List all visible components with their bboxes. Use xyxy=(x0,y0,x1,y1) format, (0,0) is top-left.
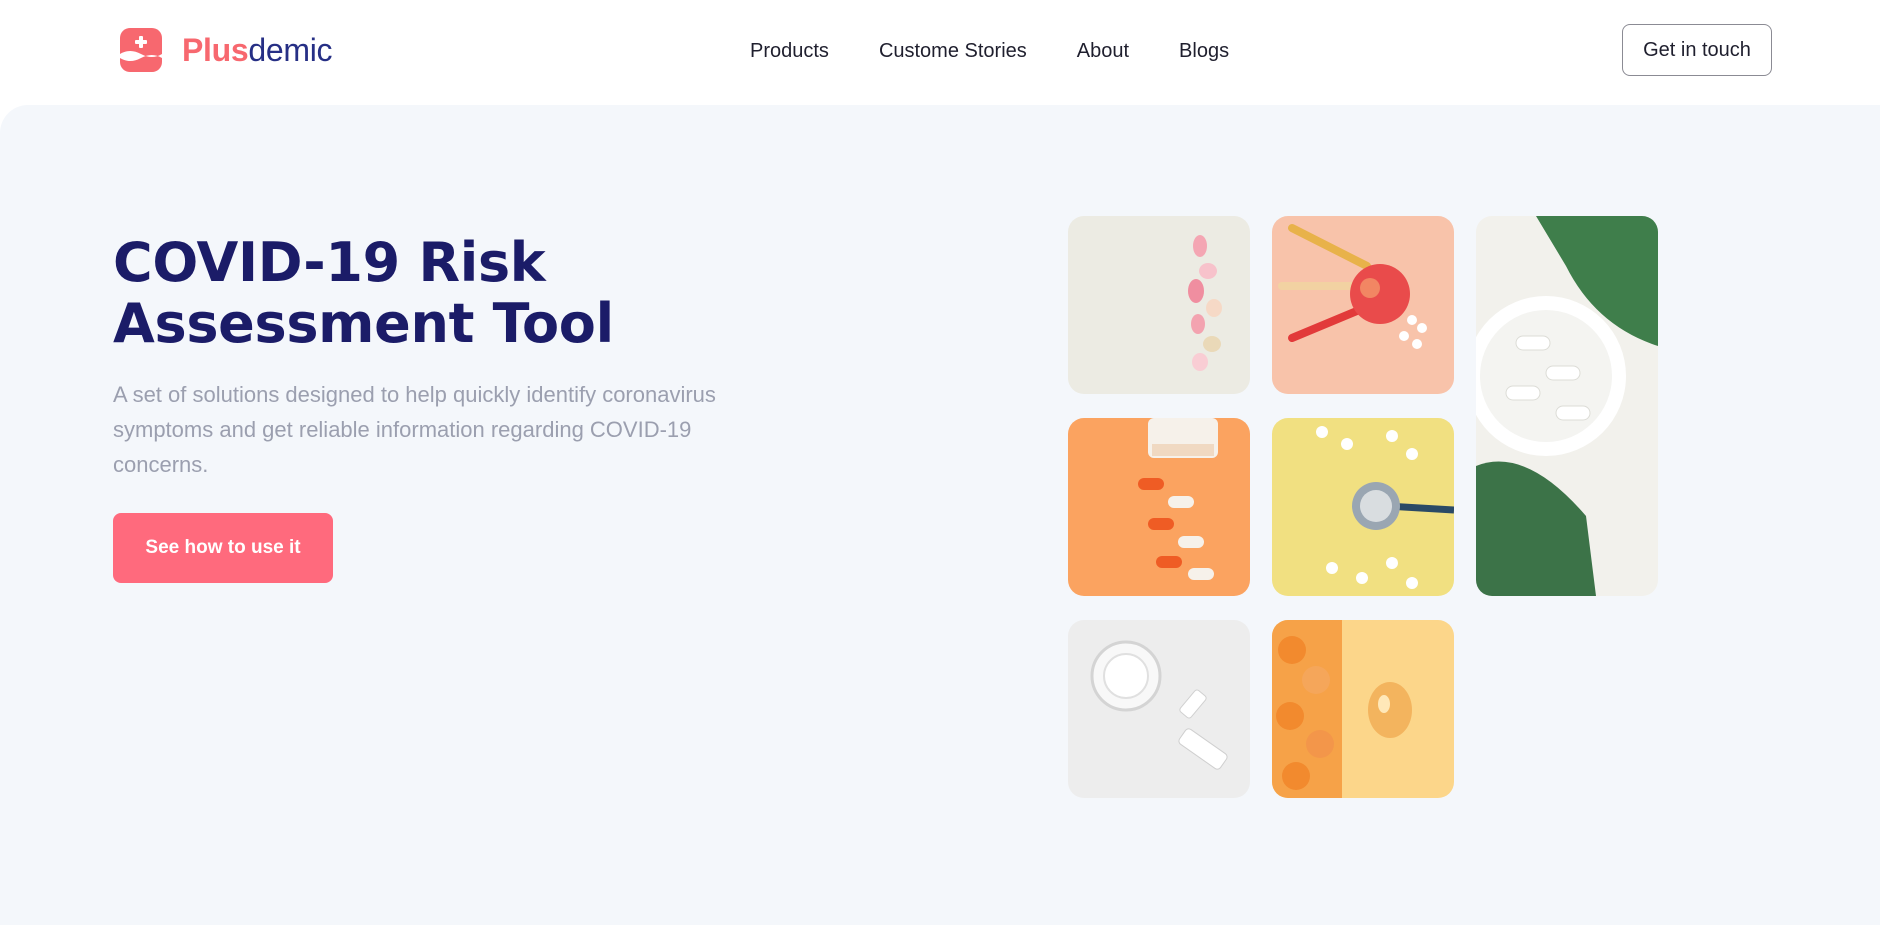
site-header: Plusdemic Products Custome Stories About… xyxy=(0,0,1880,104)
nav-link-blogs[interactable]: Blogs xyxy=(1179,38,1229,64)
glass-vials-image xyxy=(1068,620,1250,798)
gallery-tile-pink-pills xyxy=(1068,216,1250,394)
oil-capsules-image xyxy=(1272,620,1454,798)
hero-subtitle: A set of solutions designed to help quic… xyxy=(113,382,716,477)
nav-link-custome-stories[interactable]: Custome Stories xyxy=(879,38,1027,64)
hero-title-line1: COVID-19 Risk xyxy=(113,231,546,294)
hero-title: COVID-19 Risk Assessment Tool xyxy=(113,232,713,354)
gallery-tile-glass-vials xyxy=(1068,620,1250,798)
gallery-tile-apple-syringes xyxy=(1272,216,1454,394)
apple-syringes-image xyxy=(1272,216,1454,394)
gallery-tile-oil-capsules xyxy=(1272,620,1454,798)
brand-name-part2: demic xyxy=(248,32,333,68)
brand-name: Plusdemic xyxy=(182,28,333,72)
gallery-tile-orange-pill-bottle xyxy=(1068,418,1250,596)
get-in-touch-button[interactable]: Get in touch xyxy=(1622,24,1772,76)
white-capsules-leaves-image xyxy=(1476,216,1658,596)
nav-link-products[interactable]: Products xyxy=(750,38,829,64)
pink-pills-image xyxy=(1068,216,1250,394)
brand-logo[interactable]: Plusdemic xyxy=(120,28,333,72)
gallery-tile-stethoscope-pills xyxy=(1272,418,1454,596)
main-nav: Products Custome Stories About Blogs xyxy=(750,38,1229,64)
see-how-to-use-button[interactable]: See how to use it xyxy=(113,513,333,583)
nav-link-about[interactable]: About xyxy=(1077,38,1129,64)
gallery-tile-white-capsules-leaves xyxy=(1476,216,1658,596)
logo-icon xyxy=(120,28,162,72)
brand-name-part1: Plus xyxy=(182,32,249,68)
stethoscope-pills-image xyxy=(1272,418,1454,596)
orange-pill-bottle-image xyxy=(1068,418,1250,596)
hero-title-line2: Assessment Tool xyxy=(113,292,614,355)
